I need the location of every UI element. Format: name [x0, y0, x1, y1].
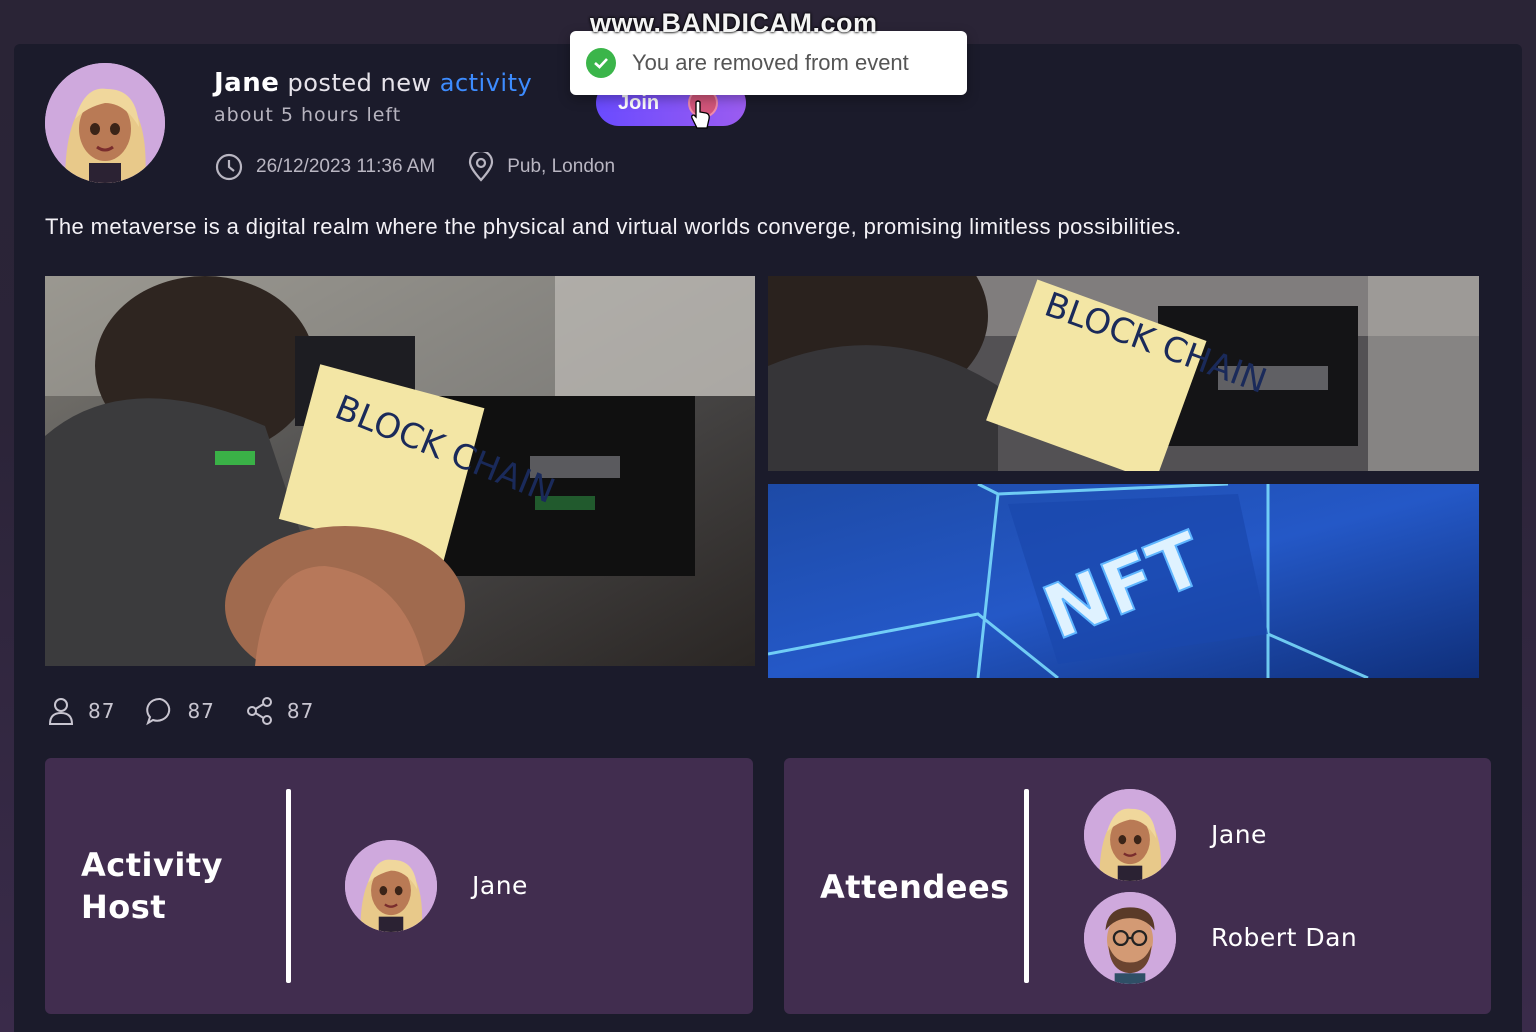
clock-icon	[215, 153, 243, 181]
host-name[interactable]: Jane	[472, 871, 528, 900]
host-avatar[interactable]	[345, 840, 437, 932]
share-icon	[246, 697, 272, 725]
location-text: Pub, London	[507, 156, 616, 177]
comments-stat[interactable]: 87	[145, 696, 214, 726]
location-pin-icon	[469, 152, 494, 182]
comments-count: 87	[187, 699, 215, 723]
post-image-blockchain[interactable]: BLOCK CHAIN	[45, 276, 755, 666]
avatar-robert-icon	[1084, 892, 1176, 984]
time-left-text: about 5 hours left	[214, 104, 402, 126]
post-stats: 87 87 87	[46, 696, 344, 726]
post-header: Jane posted new activity	[214, 68, 532, 98]
blockchain-photo: BLOCK CHAIN	[45, 276, 755, 666]
avatar-jane-icon	[1084, 789, 1176, 881]
attendees-count: 87	[88, 699, 116, 723]
activity-host-title: Activity Host	[81, 844, 223, 928]
post-meta-row: 26/12/2023 11:36 AM Pub, London	[214, 152, 647, 182]
post-image-blockchain-closeup[interactable]: BLOCK CHAIN	[768, 276, 1479, 471]
author-name[interactable]: Jane	[214, 68, 279, 98]
hand-cursor-icon	[691, 100, 710, 129]
attendee-avatar[interactable]	[1084, 892, 1176, 984]
avatar-jane-icon	[45, 63, 165, 183]
attendees-panel: Attendees Jane Robert Dan	[784, 758, 1491, 1014]
notification-toast: You are removed from event	[570, 31, 967, 95]
post-image-nft[interactable]: NFT	[768, 484, 1479, 678]
attendees-title: Attendees	[820, 868, 1010, 906]
attendees-divider	[1024, 789, 1029, 983]
success-check-icon	[586, 48, 616, 78]
activity-host-title-line1: Activity	[81, 846, 223, 884]
activity-host-title-line2: Host	[81, 888, 167, 926]
activity-link[interactable]: activity	[440, 69, 532, 97]
screen-recorder-watermark: www.BANDICAM.com	[590, 8, 878, 38]
author-avatar[interactable]	[45, 63, 165, 183]
attendee-name[interactable]: Jane	[1211, 820, 1267, 849]
nft-photo: NFT	[768, 484, 1479, 678]
host-divider	[286, 789, 291, 983]
attendees-stat[interactable]: 87	[46, 696, 115, 726]
post-datetime: 26/12/2023 11:36 AM	[214, 152, 435, 182]
post-description: The metaverse is a digital realm where t…	[45, 214, 1182, 239]
blockchain-closeup-photo: BLOCK CHAIN	[768, 276, 1479, 471]
activity-host-panel: Activity Host Jane	[45, 758, 753, 1014]
attendee-avatar[interactable]	[1084, 789, 1176, 881]
toast-message: You are removed from event	[632, 50, 909, 75]
avatar-jane-icon	[345, 840, 437, 932]
comment-icon	[146, 697, 171, 726]
user-icon	[48, 698, 74, 725]
post-action-text: posted new	[287, 69, 432, 97]
shares-stat[interactable]: 87	[245, 696, 314, 726]
datetime-text: 26/12/2023 11:36 AM	[256, 156, 436, 177]
post-location: Pub, London	[467, 152, 615, 182]
attendee-name[interactable]: Robert Dan	[1211, 923, 1357, 952]
shares-count: 87	[286, 699, 315, 723]
